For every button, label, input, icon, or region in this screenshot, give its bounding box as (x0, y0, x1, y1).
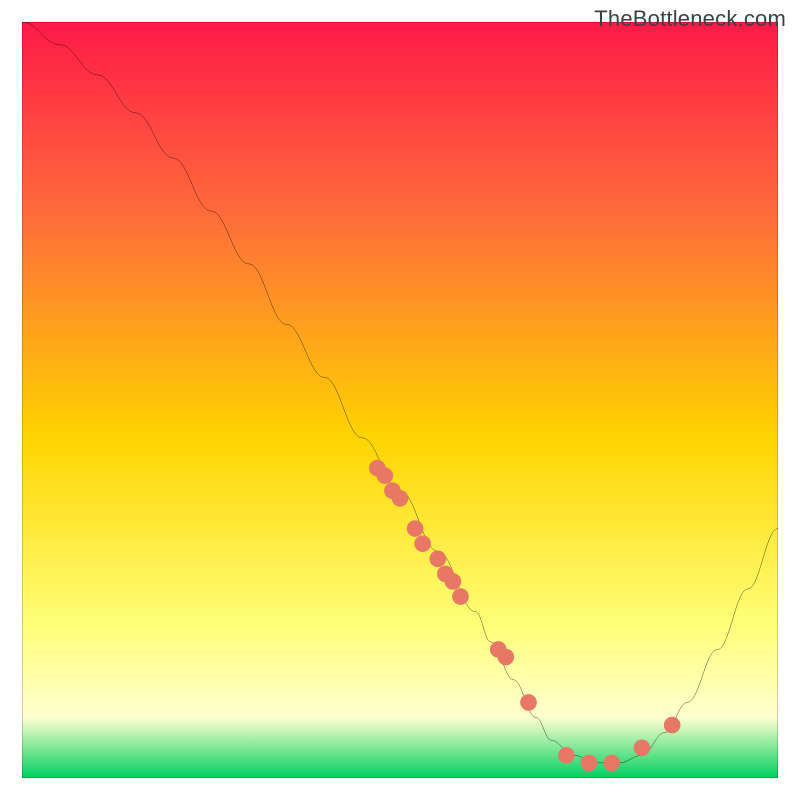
chart-container: TheBottleneck.com (0, 0, 800, 800)
data-point (634, 739, 651, 756)
data-point (558, 747, 575, 764)
data-point (498, 649, 515, 666)
data-point (603, 755, 620, 772)
watermark-label: TheBottleneck.com (594, 6, 786, 32)
gradient-background (22, 22, 778, 778)
data-point (452, 588, 469, 605)
data-point (520, 694, 537, 711)
data-point (664, 717, 681, 734)
plot-area (22, 22, 778, 778)
data-point (414, 535, 431, 552)
data-point (377, 467, 394, 484)
data-point (407, 520, 424, 537)
chart-svg (22, 22, 778, 778)
data-point (581, 755, 598, 772)
data-point (429, 550, 446, 567)
data-point (445, 573, 462, 590)
data-point (392, 490, 409, 507)
